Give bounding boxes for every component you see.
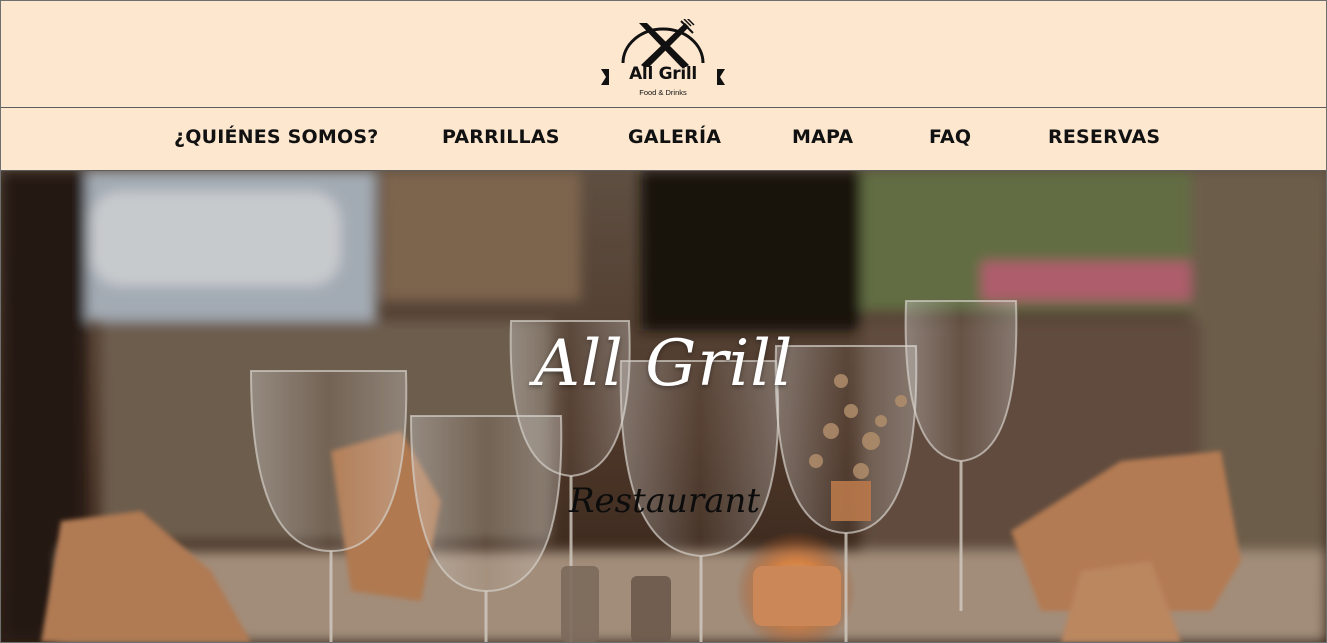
hero-subtitle: Restaurant <box>568 481 761 521</box>
page-frame: All Grill Food & Drinks ¿QUIÉNES SOMOS? … <box>0 0 1327 643</box>
site-header: All Grill Food & Drinks <box>1 1 1326 108</box>
site-logo[interactable]: All Grill Food & Drinks <box>601 19 725 101</box>
main-nav: ¿QUIÉNES SOMOS? PARRILLAS GALERÍA MAPA F… <box>1 108 1326 171</box>
hero-title: All Grill <box>533 327 794 401</box>
nav-item-reservas[interactable]: RESERVAS <box>1048 126 1160 148</box>
restaurant-table-photo <box>1 171 1326 642</box>
logo-subtitle: Food & Drinks <box>639 88 687 97</box>
nav-item-galeria[interactable]: GALERÍA <box>628 126 721 148</box>
logo-title: All Grill <box>629 64 697 84</box>
nav-item-mapa[interactable]: MAPA <box>792 126 853 148</box>
nav-item-quienes-somos[interactable]: ¿QUIÉNES SOMOS? <box>174 126 378 148</box>
hero-banner: All Grill Restaurant <box>1 171 1326 642</box>
nav-item-faq[interactable]: FAQ <box>929 126 971 148</box>
nav-item-parrillas[interactable]: PARRILLAS <box>442 126 560 148</box>
